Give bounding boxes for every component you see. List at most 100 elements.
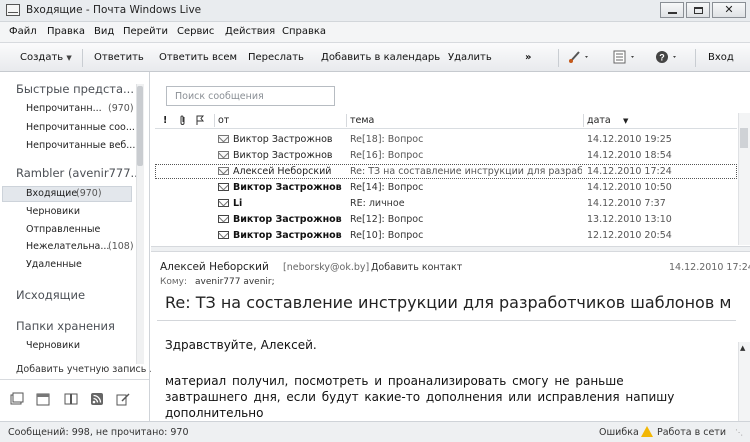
minimize-button[interactable]	[660, 2, 684, 18]
reading-to-label: Кому:	[160, 277, 188, 287]
outbox-header[interactable]: Исходящие	[16, 288, 85, 302]
add-to-calendar-button[interactable]: Добавить в календарь	[321, 52, 440, 63]
message-subject: Re[14]: Вопрос	[350, 182, 424, 193]
reading-date: 14.12.2010 17:24	[669, 262, 750, 273]
paperclip-icon	[180, 115, 185, 125]
delete-button[interactable]: Удалить	[448, 52, 492, 63]
column-importance[interactable]: !	[163, 115, 167, 126]
message-row[interactable]: Виктор Застрожнов Re[14]: Вопрос 14.12.2…	[155, 180, 737, 195]
message-row[interactable]: Виктор Застрожнов Re[16]: Вопрос 14.12.2…	[155, 148, 737, 163]
folder-pane: Быстрые предста... Непрочитанн... (970) …	[0, 72, 158, 421]
menu-view[interactable]: Вид	[94, 26, 114, 37]
minimize-icon	[668, 12, 677, 14]
sign-in-button[interactable]: Вход	[708, 52, 734, 63]
folder-sent[interactable]: Отправленные	[26, 224, 100, 235]
more-commands-button[interactable]: »	[525, 52, 531, 63]
folder-inbox-count: (970)	[76, 188, 102, 199]
add-contact-link[interactable]: Добавить контакт	[371, 262, 462, 273]
add-account-link[interactable]: Добавить учетную запись ...	[16, 364, 158, 375]
contacts-icon[interactable]	[64, 392, 78, 406]
folder-inbox[interactable]: Входящие	[26, 188, 77, 199]
quick-views-header[interactable]: Быстрые предста...	[16, 82, 134, 96]
message-body-line: материал получил, посмотреть и проанализ…	[165, 374, 624, 388]
folder-pane-scroll-thumb[interactable]	[137, 86, 143, 166]
message-row[interactable]: Виктор Застрожнов Re[10]: Вопрос 12.12.2…	[155, 228, 737, 243]
account-header[interactable]: Rambler (avenir777...	[16, 166, 141, 180]
message-row[interactable]: Li RE: личное 14.12.2010 7:37	[155, 196, 737, 211]
status-bar: Сообщений: 998, не прочитано: 970 Ошибка…	[0, 421, 750, 442]
message-sender: Виктор Застрожнов	[233, 134, 333, 145]
message-row[interactable]: Виктор Застрожнов Re[12]: Вопрос 13.12.2…	[155, 212, 737, 227]
folder-deleted[interactable]: Удаленные	[26, 259, 82, 270]
calendar-icon[interactable]	[36, 392, 50, 406]
folder-storage-drafts[interactable]: Черновики	[26, 340, 80, 351]
feeds-icon[interactable]	[90, 392, 104, 406]
status-online[interactable]: Работа в сети	[657, 427, 726, 438]
reading-pane-scrollbar[interactable]	[738, 342, 750, 421]
column-date[interactable]: дата	[587, 115, 611, 126]
search-input[interactable]: Поиск сообщения	[166, 86, 335, 106]
window-title: Входящие - Почта Windows Live	[26, 4, 202, 16]
message-subject: Re[16]: Вопрос	[350, 150, 424, 161]
column-separator	[214, 114, 215, 127]
menu-list-icon	[613, 50, 634, 64]
message-body-greeting: Здравствуйте, Алексей.	[165, 338, 317, 352]
folder-drafts[interactable]: Черновики	[26, 206, 80, 217]
reading-sender-email: [neborsky@ok.by]	[283, 262, 370, 273]
newsgroups-icon[interactable]	[116, 392, 130, 406]
color-scheme-button[interactable]	[568, 50, 590, 67]
menu-edit[interactable]: Правка	[47, 26, 85, 37]
help-button[interactable]: ?	[655, 50, 681, 67]
flag-icon	[196, 115, 205, 125]
toolbar-separator	[82, 49, 83, 67]
toolbar: Создать ▼ Ответить Ответить всем Пересла…	[0, 42, 750, 72]
message-list-header: ! от тема дата ▼	[155, 113, 737, 129]
forward-button[interactable]: Переслать	[248, 52, 304, 63]
close-button[interactable]: ✕	[712, 2, 746, 18]
message-row[interactable]: Виктор Застрожнов Re[18]: Вопрос 14.12.2…	[155, 132, 737, 147]
status-error[interactable]: Ошибка	[599, 427, 639, 438]
message-body-line: завтрашнего дня, если будут какие-то доп…	[165, 390, 675, 404]
create-button[interactable]: Создать ▼	[20, 52, 72, 63]
menu-options-button[interactable]	[613, 50, 639, 67]
message-date: 14.12.2010 7:37	[587, 198, 666, 209]
reply-button[interactable]: Ответить	[94, 52, 144, 63]
message-row-selected[interactable]: Алексей Неборский Re: ТЗ на составление …	[155, 164, 737, 179]
unread-envelope-icon	[218, 183, 229, 191]
reply-all-button[interactable]: Ответить всем	[159, 52, 237, 63]
help-icon: ?	[656, 51, 676, 63]
message-list-scroll-thumb[interactable]	[740, 128, 748, 148]
status-message-count: Сообщений: 998, не прочитано: 970	[8, 427, 189, 438]
message-sender: Виктор Застрожнов	[233, 214, 342, 225]
folder-junk-count: (108)	[108, 241, 134, 252]
message-sender: Алексей Неборский	[233, 166, 332, 177]
reading-subject: Re: ТЗ на составление инструкции для раз…	[165, 293, 732, 312]
folder-unread[interactable]: Непрочитанн...	[26, 103, 102, 114]
column-subject[interactable]: тема	[350, 115, 374, 126]
column-flag[interactable]	[196, 115, 205, 129]
menu-help[interactable]: Справка	[282, 26, 326, 37]
scroll-up-icon[interactable]: ▲	[740, 344, 745, 352]
read-envelope-icon	[218, 167, 229, 175]
message-date: 13.12.2010 13:10	[587, 214, 672, 225]
mail-icon[interactable]	[10, 392, 24, 406]
reading-sender-name[interactable]: Алексей Неборский	[160, 261, 269, 273]
message-date: 14.12.2010 17:24	[587, 166, 672, 177]
message-date: 14.12.2010 19:25	[587, 134, 672, 145]
toolbar-separator	[558, 49, 559, 67]
divider	[0, 379, 149, 380]
column-attachment[interactable]	[179, 115, 187, 129]
folder-junk[interactable]: Нежелательна...	[26, 241, 109, 252]
menu-file[interactable]: Файл	[9, 26, 37, 37]
menu-actions[interactable]: Действия	[225, 26, 275, 37]
menu-go[interactable]: Перейти	[123, 26, 168, 37]
column-from[interactable]: от	[218, 115, 229, 126]
maximize-button[interactable]	[686, 2, 710, 18]
folder-unread-mail[interactable]: Непрочитанные соо...	[26, 122, 135, 133]
paintbrush-icon	[569, 51, 588, 63]
resize-grip-icon[interactable]: ⋱	[735, 428, 743, 437]
folder-unread-feeds[interactable]: Непрочитанные веб...	[26, 140, 135, 151]
storage-folders-header[interactable]: Папки хранения	[16, 319, 115, 333]
menu-tools[interactable]: Сервис	[177, 26, 214, 37]
warning-icon	[641, 426, 653, 437]
